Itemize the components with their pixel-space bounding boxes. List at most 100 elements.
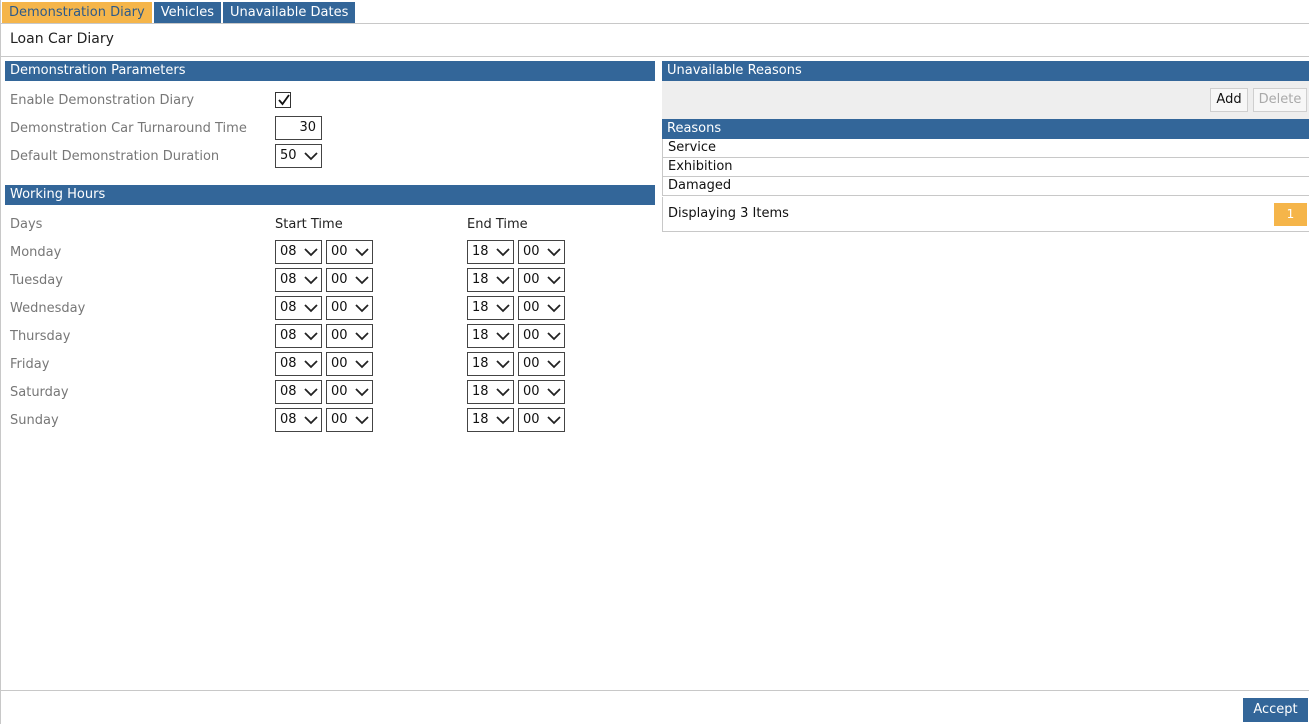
chevron-down-icon	[355, 416, 369, 425]
day-label-monday: Monday	[10, 245, 62, 260]
end-minute-select-saturday[interactable]: 00	[518, 380, 565, 404]
end-hour-select-wednesday[interactable]: 18	[467, 296, 514, 320]
end-minute-select-monday-value: 00	[523, 244, 540, 259]
end-minute-select-tuesday-value: 00	[523, 272, 540, 287]
end-hour-select-saturday[interactable]: 18	[467, 380, 514, 404]
start-hour-select-thursday[interactable]: 08	[275, 324, 322, 348]
reasons-grid-footer: Displaying 3 Items 1	[662, 197, 1309, 232]
start-hour-select-wednesday-value: 08	[280, 300, 297, 315]
chevron-down-icon	[496, 304, 510, 313]
chevron-down-icon	[547, 304, 561, 313]
start-minute-select-friday-value: 00	[331, 356, 348, 371]
start-hour-select-wednesday[interactable]: 08	[275, 296, 322, 320]
chevron-down-icon	[355, 388, 369, 397]
chevron-down-icon	[496, 360, 510, 369]
chevron-down-icon	[496, 416, 510, 425]
chevron-down-icon	[547, 332, 561, 341]
default-duration-value: 50	[280, 148, 297, 163]
day-label-friday: Friday	[10, 357, 50, 372]
end-minute-select-wednesday[interactable]: 00	[518, 296, 565, 320]
end-hour-select-monday-value: 18	[472, 244, 489, 259]
start-minute-select-saturday[interactable]: 00	[326, 380, 373, 404]
delete-button[interactable]: Delete	[1253, 88, 1307, 112]
chevron-down-icon	[304, 360, 318, 369]
chevron-down-icon	[547, 248, 561, 257]
add-button[interactable]: Add	[1210, 88, 1248, 112]
end-hour-select-wednesday-value: 18	[472, 300, 489, 315]
tab-unavailable-dates[interactable]: Unavailable Dates	[222, 2, 356, 23]
divider	[1, 23, 1309, 24]
end-hour-select-monday[interactable]: 18	[467, 240, 514, 264]
chevron-down-icon	[496, 388, 510, 397]
start-minute-select-wednesday-value: 00	[331, 300, 348, 315]
end-hour-select-tuesday[interactable]: 18	[467, 268, 514, 292]
end-minute-select-thursday[interactable]: 00	[518, 324, 565, 348]
start-hour-select-tuesday[interactable]: 08	[275, 268, 322, 292]
start-hour-select-friday[interactable]: 08	[275, 352, 322, 376]
chevron-down-icon	[355, 304, 369, 313]
reasons-toolbar: Add Delete	[662, 81, 1309, 119]
accept-button[interactable]: Accept	[1243, 698, 1308, 722]
start-hour-select-sunday-value: 08	[280, 412, 297, 427]
tab-demonstration-diary[interactable]: Demonstration Diary	[2, 2, 152, 23]
start-hour-select-thursday-value: 08	[280, 328, 297, 343]
end-minute-select-friday[interactable]: 00	[518, 352, 565, 376]
list-item[interactable]: Damaged	[663, 177, 1309, 196]
chevron-down-icon	[304, 276, 318, 285]
chevron-down-icon	[355, 332, 369, 341]
chevron-down-icon	[304, 388, 318, 397]
list-item[interactable]: Service	[663, 139, 1309, 158]
start-hour-select-sunday[interactable]: 08	[275, 408, 322, 432]
reasons-column-header: Reasons	[662, 119, 1309, 139]
start-minute-select-monday-value: 00	[331, 244, 348, 259]
item-count-text: Displaying 3 Items	[668, 206, 789, 221]
end-hour-select-friday[interactable]: 18	[467, 352, 514, 376]
start-hour-select-tuesday-value: 08	[280, 272, 297, 287]
working-hours-header: Working Hours	[5, 185, 655, 205]
chevron-down-icon	[304, 332, 318, 341]
chevron-down-icon	[547, 360, 561, 369]
day-label-saturday: Saturday	[10, 385, 69, 400]
page-button[interactable]: 1	[1274, 203, 1307, 226]
start-minute-select-friday[interactable]: 00	[326, 352, 373, 376]
start-minute-select-sunday[interactable]: 00	[326, 408, 373, 432]
chevron-down-icon	[304, 304, 318, 313]
start-minute-select-tuesday-value: 00	[331, 272, 348, 287]
chevron-down-icon	[304, 152, 318, 161]
end-time-column-header: End Time	[467, 217, 528, 232]
end-hour-select-saturday-value: 18	[472, 384, 489, 399]
day-label-tuesday: Tuesday	[10, 273, 63, 288]
end-minute-select-sunday[interactable]: 00	[518, 408, 565, 432]
start-hour-select-monday[interactable]: 08	[275, 240, 322, 264]
end-hour-select-friday-value: 18	[472, 356, 489, 371]
chevron-down-icon	[496, 276, 510, 285]
default-duration-label: Default Demonstration Duration	[10, 149, 220, 164]
end-minute-select-sunday-value: 00	[523, 412, 540, 427]
end-minute-select-monday[interactable]: 00	[518, 240, 565, 264]
end-hour-select-sunday[interactable]: 18	[467, 408, 514, 432]
start-minute-select-wednesday[interactable]: 00	[326, 296, 373, 320]
enable-demonstration-diary-checkbox[interactable]	[275, 92, 291, 108]
divider	[1, 690, 1309, 691]
end-minute-select-friday-value: 00	[523, 356, 540, 371]
list-item[interactable]: Exhibition	[663, 158, 1309, 177]
start-minute-select-thursday[interactable]: 00	[326, 324, 373, 348]
start-minute-select-tuesday[interactable]: 00	[326, 268, 373, 292]
end-hour-select-tuesday-value: 18	[472, 272, 489, 287]
end-hour-select-sunday-value: 18	[472, 412, 489, 427]
day-label-sunday: Sunday	[10, 413, 59, 428]
unavailable-reasons-header: Unavailable Reasons	[662, 61, 1309, 81]
start-hour-select-friday-value: 08	[280, 356, 297, 371]
default-duration-select[interactable]: 50	[275, 144, 322, 168]
start-hour-select-saturday-value: 08	[280, 384, 297, 399]
start-minute-select-monday[interactable]: 00	[326, 240, 373, 264]
end-minute-select-tuesday[interactable]: 00	[518, 268, 565, 292]
end-minute-select-wednesday-value: 00	[523, 300, 540, 315]
start-hour-select-saturday[interactable]: 08	[275, 380, 322, 404]
chevron-down-icon	[547, 388, 561, 397]
tab-vehicles[interactable]: Vehicles	[153, 2, 221, 23]
turnaround-time-label: Demonstration Car Turnaround Time	[10, 121, 247, 136]
turnaround-time-input[interactable]: 30	[275, 116, 322, 140]
end-hour-select-thursday[interactable]: 18	[467, 324, 514, 348]
divider	[1, 56, 1309, 57]
